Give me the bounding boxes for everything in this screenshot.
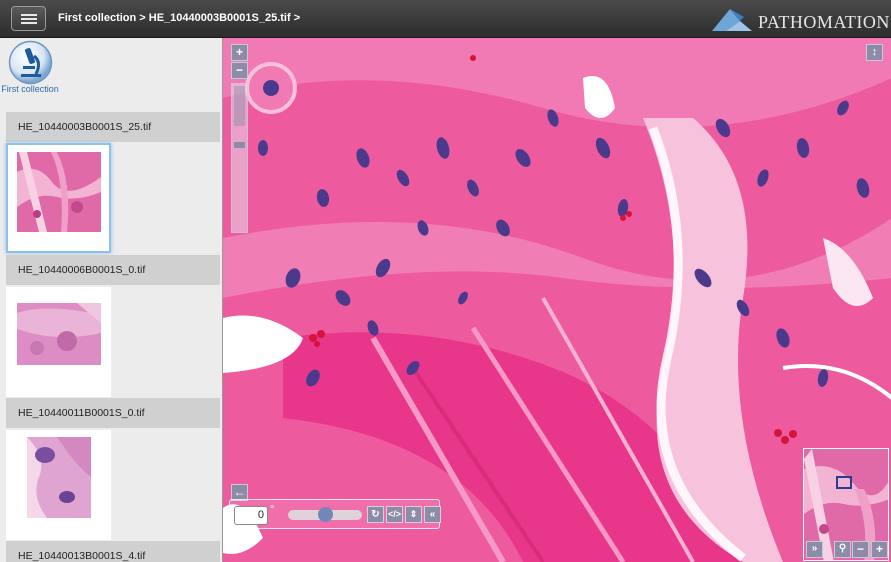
slide-thumbnail[interactable] [6,430,111,540]
zoom-slider-handle[interactable] [234,142,245,148]
slide-thumbnail-image [17,152,101,232]
zoom-in-button[interactable]: + [231,44,248,61]
slide-thumbnail-image [17,303,101,365]
rotate-reset-icon[interactable]: ↻ [367,506,384,523]
degree-symbol: ° [270,504,275,516]
logo-text: PATHOMATION [758,12,890,32]
top-bar: First collection > HE_10440003B0001S_25.… [0,0,891,38]
rotation-input[interactable]: 0 [234,506,268,525]
slide-viewer[interactable]: + − ↕ ← 0 ° ↻ </> ⇕ « » ⚲ − + [222,38,891,562]
slide-title[interactable]: HE_10440011B0001S_0.tif [6,398,220,428]
slide-title[interactable]: HE_10440006B0001S_0.tif [6,255,220,285]
flip-horizontal-icon[interactable]: </> [386,506,403,523]
zoom-out-button[interactable]: − [231,62,248,79]
rotation-toolbar: 0 ° ↻ </> ⇕ « [229,499,441,529]
tissue-image[interactable] [223,38,891,562]
slide-title[interactable]: HE_10440003B0001S_25.tif [6,112,220,142]
collection-link[interactable]: First collection [0,83,60,95]
minimap-zoom-in-button[interactable]: + [871,541,888,558]
fullscreen-button[interactable]: ↕ [866,44,883,61]
collapse-toolbar-button[interactable]: « [424,506,441,523]
hamburger-icon-line [21,18,37,20]
slide-thumbnail[interactable] [6,287,111,397]
zoom-slider[interactable] [231,83,248,233]
slide-thumbnail[interactable] [6,143,111,253]
slide-title[interactable]: HE_10440013B0001S_4.tif [6,541,220,562]
slide-thumbnail-image [27,437,91,518]
minimap-search-icon[interactable]: ⚲ [834,541,851,558]
hamburger-icon-line [21,22,37,24]
minimap-expand-button[interactable]: » [806,541,823,558]
zoom-slider-track-fill [234,86,245,126]
microscope-icon[interactable] [8,40,53,85]
slide-sidebar: First collection HE_10440003B0001S_25.ti… [0,38,222,562]
minimap[interactable]: » ⚲ − + [803,448,889,561]
rotation-slider-handle[interactable] [318,507,333,522]
flip-vertical-icon[interactable]: ⇕ [405,506,422,523]
menu-button[interactable] [11,6,46,31]
minimap-zoom-out-button[interactable]: − [852,541,869,558]
hamburger-icon [21,14,37,16]
breadcrumb[interactable]: First collection > HE_10440003B0001S_25.… [58,12,300,24]
